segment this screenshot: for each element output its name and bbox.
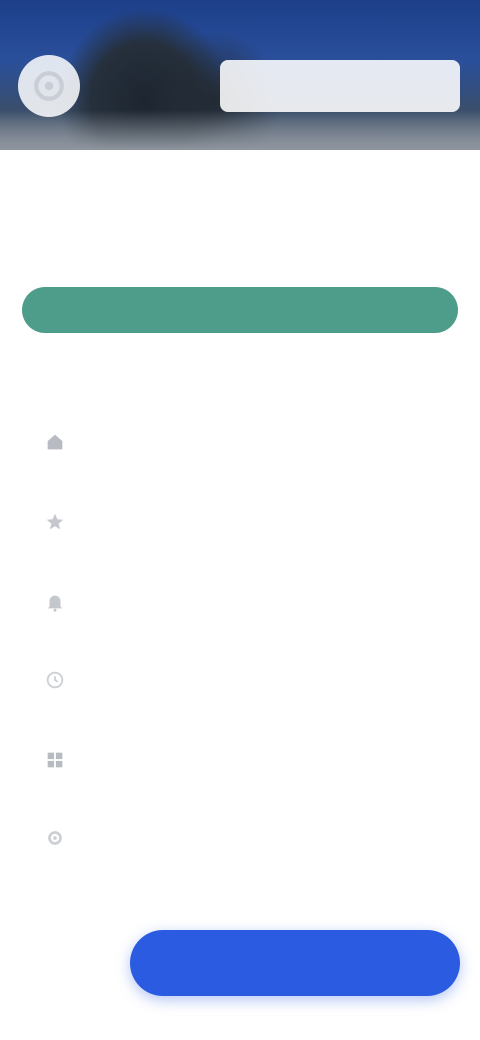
hero-ground [0, 110, 480, 150]
grid-icon [44, 749, 66, 771]
list-item[interactable] [30, 730, 450, 790]
app-logo [18, 55, 80, 117]
list-item[interactable] [30, 650, 450, 710]
list-item[interactable] [30, 492, 450, 552]
hero-banner [0, 0, 480, 150]
primary-action-button[interactable] [22, 287, 458, 333]
list-item[interactable] [30, 808, 450, 868]
continue-button[interactable] [130, 930, 460, 996]
clock-icon [44, 669, 66, 691]
list-item[interactable] [30, 412, 450, 472]
app-logo-icon [34, 71, 64, 101]
list-item[interactable] [30, 572, 450, 632]
content-sheet [0, 150, 480, 1040]
home-icon [44, 431, 66, 453]
hero-title [220, 60, 460, 112]
settings-icon [44, 827, 66, 849]
star-icon [44, 511, 66, 533]
bell-icon [44, 591, 66, 613]
